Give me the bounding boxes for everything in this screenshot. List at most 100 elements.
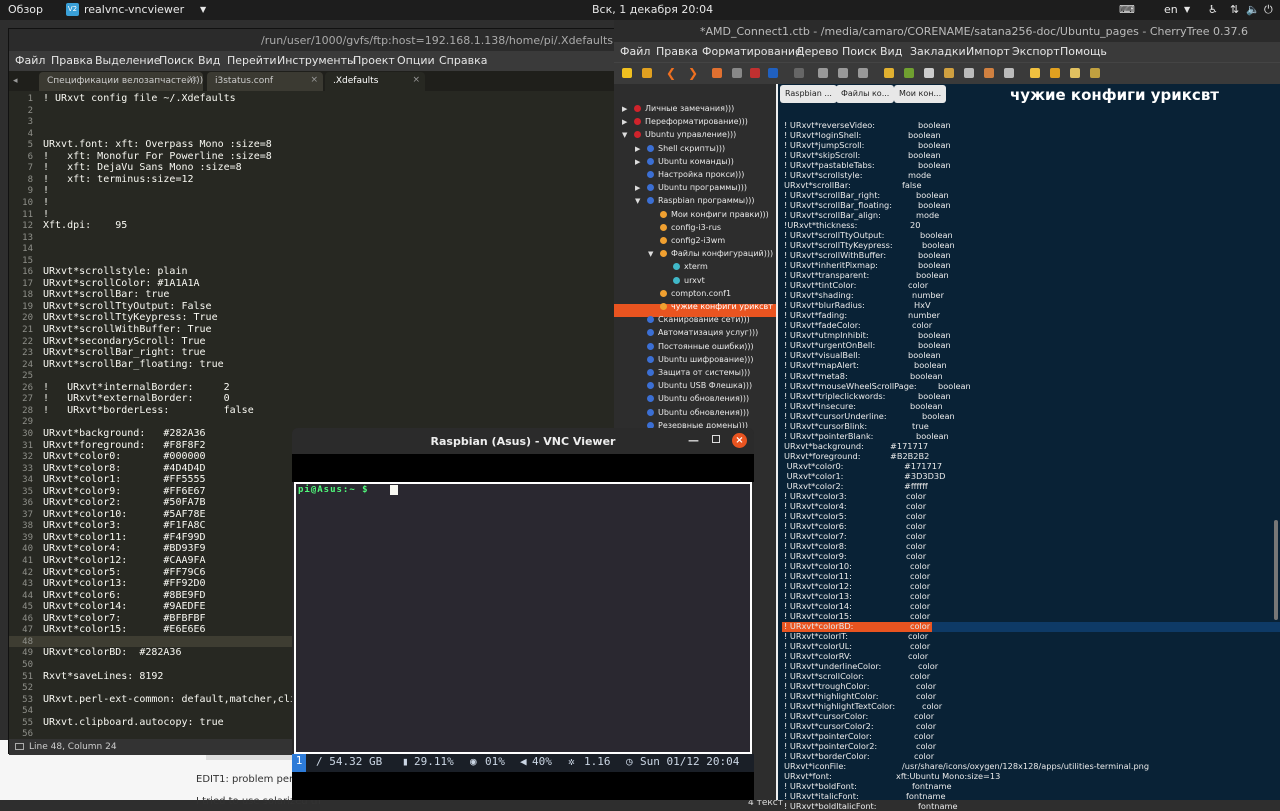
tree-node[interactable]: ▶ Личные замечания))) [622, 103, 734, 116]
tab-my-configs[interactable]: Мои кон... [894, 85, 947, 103]
menu-tree[interactable]: Дерево [796, 45, 838, 58]
expand-icon[interactable]: ▶ [635, 182, 640, 194]
find-node-icon[interactable] [1050, 68, 1060, 78]
minimize-icon[interactable]: — [688, 434, 699, 447]
tree-node[interactable]: ▶ Ubuntu программы))) [635, 182, 747, 195]
menu-file[interactable]: Файл [620, 45, 650, 58]
tree-node[interactable]: Ubuntu обновления))) [647, 407, 749, 420]
app-menu-label[interactable]: realvnc-vncviewer [84, 3, 184, 16]
export-icon[interactable] [732, 68, 742, 78]
image-icon[interactable] [884, 68, 894, 78]
tab-config-files[interactable]: Файлы ко... [836, 85, 895, 103]
tab-raspbian[interactable]: Raspbian ... [780, 85, 837, 103]
menu-edit[interactable]: Правка [656, 45, 698, 58]
activities-button[interactable]: Обзор [8, 3, 43, 16]
menu-help[interactable]: Справка [439, 54, 487, 67]
clock[interactable]: Вск, 1 декабря 20:04 [592, 3, 713, 16]
sublime-titlebar[interactable]: /run/user/1000/gvfs/ftp:host=192.168.1.1… [9, 29, 679, 51]
link-icon[interactable] [964, 68, 974, 78]
menu-search[interactable]: Поиск [842, 45, 877, 58]
tree-node[interactable]: ▼ Ubuntu управление))) [622, 129, 736, 142]
pdf-icon[interactable] [750, 68, 760, 78]
chevron-left-icon[interactable]: ◂ [13, 76, 18, 86]
menu-project[interactable]: Проект [353, 54, 395, 67]
forward-icon[interactable]: ❯ [688, 66, 698, 80]
power-icon[interactable]: ⏻ [1264, 3, 1273, 17]
tree-node[interactable]: Постоянные ошибки))) [647, 341, 754, 354]
menu-tools[interactable]: Инструменты [277, 54, 356, 67]
list-icon[interactable] [838, 68, 848, 78]
codebox-icon[interactable] [924, 68, 934, 78]
add-node-icon[interactable] [622, 68, 632, 78]
tree-node[interactable]: ▶ Ubuntu команды)) [635, 156, 734, 169]
tree-node[interactable]: ▶ Переформатирование))) [622, 116, 748, 129]
anchor-icon[interactable] [984, 68, 994, 78]
menu-view[interactable]: Вид [198, 54, 220, 67]
expand-icon[interactable]: ▶ [622, 103, 627, 115]
close-icon[interactable]: × [412, 75, 420, 85]
collapse-icon[interactable]: ▼ [622, 129, 627, 141]
tree-node[interactable]: ▼ Raspbian программы))) [635, 195, 754, 208]
collapse-icon[interactable]: ▼ [635, 195, 640, 207]
tree-node[interactable]: Мои конфиги правки))) [660, 209, 769, 222]
tree-node[interactable]: Автоматизация услуг))) [647, 327, 758, 340]
tree-node[interactable]: Ubuntu обновления))) [647, 393, 749, 406]
list-icon[interactable] [818, 68, 828, 78]
toc-icon[interactable] [1004, 68, 1014, 78]
tree-node[interactable]: ▼ Файлы конфигураций))) [648, 248, 773, 261]
cherrytree-titlebar[interactable]: *AMD_Connect1.ctb - /media/camaro/CORENA… [614, 20, 1280, 42]
scrollbar[interactable] [1274, 520, 1278, 620]
back-icon[interactable]: ❮ [666, 66, 676, 80]
menu-view[interactable]: Вид [880, 45, 902, 58]
accessibility-icon[interactable]: ♿ [1208, 3, 1218, 16]
panel-icon[interactable] [15, 743, 24, 750]
attach-icon[interactable] [944, 68, 954, 78]
checklist-icon[interactable] [858, 68, 868, 78]
tree-node[interactable]: Защита от системы))) [647, 367, 750, 380]
menu-help[interactable]: Помощь [1060, 45, 1107, 58]
tree-node[interactable]: Ubuntu шифрование))) [647, 354, 754, 367]
find-icon[interactable] [1030, 68, 1040, 78]
close-icon[interactable]: × [190, 75, 198, 85]
menu-find[interactable]: Поиск [159, 54, 194, 67]
workspace-button[interactable]: 1 [292, 754, 306, 772]
tree-node[interactable]: Сканирование сети))) [647, 314, 750, 327]
menu-goto[interactable]: Перейти [227, 54, 277, 67]
menu-selection[interactable]: Выделение [95, 54, 161, 67]
tree-node[interactable]: config2-i3wm [660, 235, 725, 248]
tab-i3status[interactable]: i3status.conf × [207, 72, 323, 91]
print-icon[interactable] [768, 68, 778, 78]
menu-export[interactable]: Экспорт [1012, 45, 1060, 58]
remote-terminal[interactable]: pi@Asus:~ $ [294, 482, 752, 754]
tab-xdefaults[interactable]: .Xdefaults × [325, 72, 425, 91]
tree-node[interactable]: чужие конфиги уриксвт [660, 301, 773, 314]
collapse-icon[interactable]: ▼ [648, 248, 653, 260]
expand-icon[interactable]: ▶ [622, 116, 627, 128]
expand-icon[interactable]: ▶ [635, 143, 640, 155]
tree-node[interactable]: compton.conf1 [660, 288, 731, 301]
menu-edit[interactable]: Правка [51, 54, 93, 67]
expand-icon[interactable]: ▶ [635, 156, 640, 168]
menu-bookmarks[interactable]: Закладки [910, 45, 966, 58]
tree-node[interactable]: Ubuntu USB Флешка))) [647, 380, 752, 393]
tree-node[interactable]: Настройка прокси))) [647, 169, 744, 182]
tab-specs[interactable]: Спецификации велозапчастей))).sh × [39, 72, 203, 91]
cut-icon[interactable] [794, 68, 804, 78]
tree-node[interactable]: ▶ Shell скрипты))) [635, 143, 725, 156]
menu-preferences[interactable]: Опции [397, 54, 435, 67]
menu-format[interactable]: Форматирование [702, 45, 802, 58]
tree-node[interactable]: urxvt [673, 275, 705, 288]
menu-import[interactable]: Импорт [966, 45, 1010, 58]
close-icon[interactable]: × [732, 433, 747, 448]
tree-node[interactable]: xterm [673, 261, 708, 274]
vnc-titlebar[interactable]: Raspbian (Asus) - VNC Viewer — × [292, 428, 754, 454]
save-icon[interactable] [712, 68, 722, 78]
close-icon[interactable]: × [310, 75, 318, 85]
tree-node[interactable]: config-i3-rus [660, 222, 721, 235]
replace-icon[interactable] [1070, 68, 1080, 78]
add-subnode-icon[interactable] [642, 68, 652, 78]
maximize-icon[interactable] [712, 435, 720, 443]
node-content[interactable]: Raspbian ... Файлы ко... Мои кон... чужи… [748, 84, 1280, 811]
preferences-icon[interactable] [1090, 68, 1100, 78]
language-indicator[interactable]: en [1164, 3, 1178, 16]
